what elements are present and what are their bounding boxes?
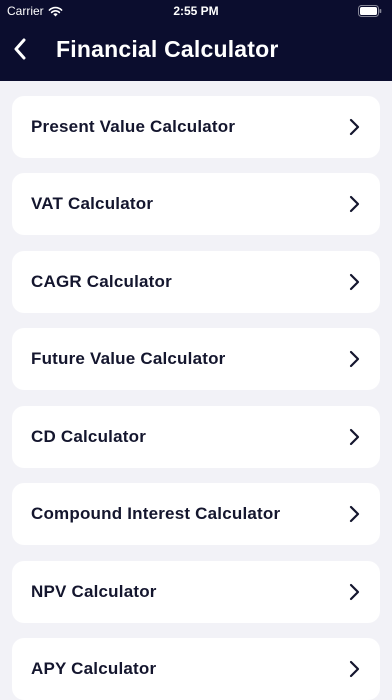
chevron-right-icon (348, 583, 360, 601)
chevron-left-icon (13, 38, 27, 65)
calculator-item-compound-interest[interactable]: Compound Interest Calculator (12, 483, 380, 545)
nav-bar: Financial Calculator (0, 22, 392, 81)
chevron-right-icon (348, 273, 360, 291)
chevron-right-icon (348, 505, 360, 523)
calculator-item-label: CD Calculator (31, 427, 147, 446)
status-bar: Carrier 2:55 PM (0, 0, 392, 22)
chevron-right-icon (348, 428, 360, 446)
back-button[interactable] (8, 36, 32, 66)
calculator-item-present-value[interactable]: Present Value Calculator (12, 96, 380, 158)
calculator-item-label: APY Calculator (31, 659, 157, 678)
chevron-right-icon (348, 118, 360, 136)
calculator-item-vat[interactable]: VAT Calculator (12, 173, 380, 235)
chevron-right-icon (348, 195, 360, 213)
calculator-item-label: VAT Calculator (31, 194, 154, 213)
battery-icon (358, 5, 382, 17)
page-title: Financial Calculator (56, 36, 279, 62)
calculator-item-label: Present Value Calculator (31, 117, 236, 136)
calculator-item-future-value[interactable]: Future Value Calculator (12, 328, 380, 390)
status-time: 2:55 PM (173, 4, 219, 18)
calculator-item-apy[interactable]: APY Calculator (12, 638, 380, 700)
chevron-right-icon (348, 660, 360, 678)
calculator-item-label: Compound Interest Calculator (31, 504, 281, 523)
calculator-item-cagr[interactable]: CAGR Calculator (12, 251, 380, 313)
calculator-item-npv[interactable]: NPV Calculator (12, 561, 380, 623)
calculator-item-cd[interactable]: CD Calculator (12, 406, 380, 468)
top-bar: Carrier 2:55 PM Financial Calculator (0, 0, 392, 81)
chevron-right-icon (348, 350, 360, 368)
calculator-item-label: CAGR Calculator (31, 272, 172, 291)
calculator-item-label: Future Value Calculator (31, 349, 226, 368)
calculator-item-label: NPV Calculator (31, 582, 157, 601)
